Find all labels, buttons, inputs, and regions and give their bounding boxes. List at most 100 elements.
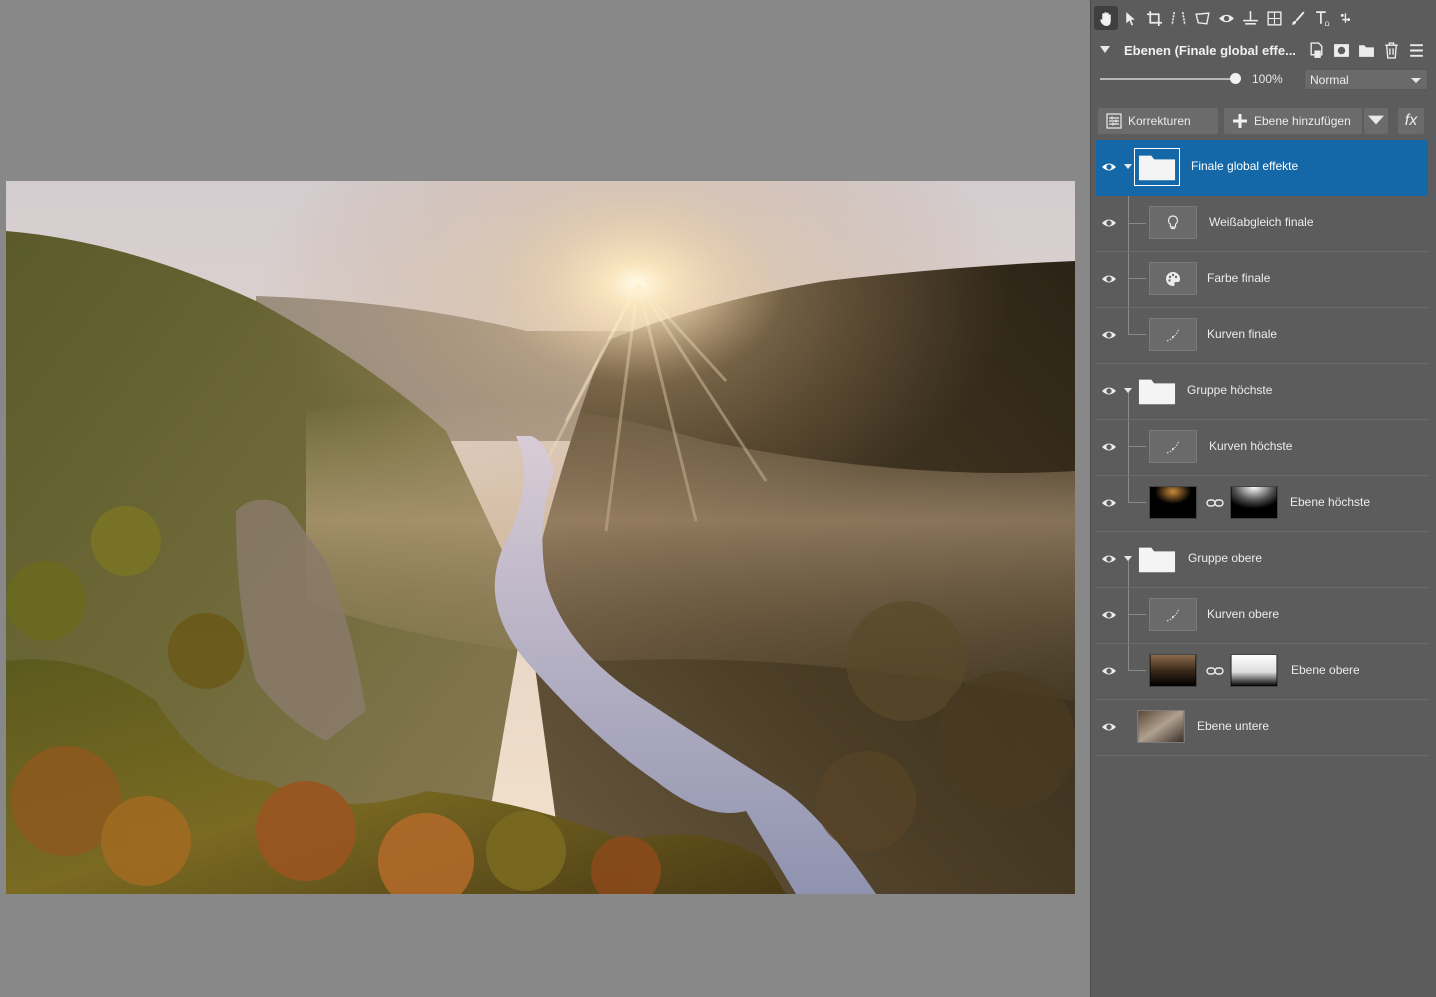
layer-thumbnail bbox=[1149, 262, 1197, 295]
layer-row[interactable]: Gruppe obere bbox=[1096, 532, 1428, 588]
layer-row[interactable]: Farbe finale bbox=[1096, 252, 1428, 308]
link-icon[interactable] bbox=[1206, 496, 1224, 510]
collapse-icon[interactable] bbox=[1098, 43, 1112, 57]
layer-row[interactable]: Finale global effekte bbox=[1096, 140, 1428, 196]
layer-row[interactable]: Weißabgleich finale bbox=[1096, 196, 1428, 252]
curves-icon bbox=[1166, 440, 1180, 453]
hand-tool-button[interactable] bbox=[1094, 6, 1118, 30]
layers-header: Ebenen (Finale global effe... bbox=[1098, 38, 1432, 62]
mask-preview bbox=[1231, 487, 1277, 518]
layer-name: Kurven obere bbox=[1207, 607, 1280, 621]
hand-icon bbox=[1099, 11, 1111, 26]
layer-row[interactable]: Gruppe höchste bbox=[1096, 364, 1428, 420]
layers-panel: Ω Ebenen (Finale global effe... 100% Nor… bbox=[1090, 0, 1436, 997]
folder-icon bbox=[1138, 379, 1176, 405]
eye-icon[interactable] bbox=[1101, 272, 1117, 286]
corrections-button[interactable]: Korrekturen bbox=[1098, 108, 1218, 134]
mask-thumbnail bbox=[1230, 486, 1278, 519]
crop-tool-button[interactable] bbox=[1142, 6, 1166, 30]
layer-row[interactable]: Kurven höchste bbox=[1096, 420, 1428, 476]
eye-icon[interactable] bbox=[1101, 720, 1117, 734]
landscape-photo bbox=[6, 181, 1075, 894]
perspective-tool-button[interactable] bbox=[1166, 6, 1190, 30]
layer-thumbnail bbox=[1134, 540, 1180, 578]
opacity-slider[interactable] bbox=[1100, 78, 1238, 80]
transform-icon bbox=[1194, 11, 1210, 25]
expand-icon[interactable] bbox=[1124, 164, 1132, 169]
grid-tool-button[interactable] bbox=[1262, 6, 1286, 30]
layer-buttons: Korrekturen Ebene hinzufügen fx bbox=[1098, 108, 1432, 134]
eye-icon[interactable] bbox=[1101, 496, 1117, 510]
layer-name: Gruppe obere bbox=[1188, 551, 1263, 565]
layer-name: Kurven finale bbox=[1207, 327, 1278, 341]
expand-icon[interactable] bbox=[1124, 388, 1132, 393]
layer-name: Weißabgleich finale bbox=[1209, 215, 1314, 229]
duplicate-icon bbox=[1309, 41, 1323, 58]
layer-row[interactable]: Ebene untere bbox=[1096, 700, 1428, 756]
blend-mode-select[interactable]: Normal bbox=[1304, 69, 1428, 90]
opacity-value: 100% bbox=[1252, 72, 1283, 86]
opacity-slider-knob[interactable] bbox=[1230, 73, 1241, 84]
pointer-tool-button[interactable] bbox=[1118, 6, 1142, 30]
add-layer-label: Ebene hinzufügen bbox=[1254, 114, 1351, 128]
add-layer-button[interactable]: Ebene hinzufügen bbox=[1224, 108, 1362, 134]
layer-thumbnail bbox=[1149, 430, 1197, 463]
eye-icon[interactable] bbox=[1101, 160, 1117, 174]
layers-title: Ebenen (Finale global effe... bbox=[1124, 42, 1296, 58]
layer-thumbnail bbox=[1134, 148, 1180, 186]
brush-tool-button[interactable] bbox=[1286, 6, 1310, 30]
layer-thumbnail bbox=[1149, 486, 1197, 519]
folder-icon bbox=[1138, 155, 1176, 181]
layer-row[interactable]: Ebene höchste bbox=[1096, 476, 1428, 532]
delete-layer-button[interactable] bbox=[1380, 39, 1402, 61]
redeye-icon bbox=[1218, 14, 1234, 22]
palette-icon bbox=[1166, 271, 1180, 286]
layer-row[interactable]: Ebene obere bbox=[1096, 644, 1428, 700]
add-layer-dropdown[interactable] bbox=[1364, 108, 1388, 134]
straighten-tool-button[interactable] bbox=[1238, 6, 1262, 30]
chevron-down-icon bbox=[1411, 78, 1421, 83]
layer-name: Ebene obere bbox=[1291, 663, 1360, 677]
eye-icon[interactable] bbox=[1101, 608, 1117, 622]
text-icon: Ω bbox=[1315, 10, 1329, 27]
photo-canvas[interactable] bbox=[6, 181, 1075, 894]
trash-icon bbox=[1384, 41, 1398, 59]
layer-name: Kurven höchste bbox=[1209, 439, 1293, 453]
redeye-tool-button[interactable] bbox=[1214, 6, 1238, 30]
layer-row[interactable]: Kurven obere bbox=[1096, 588, 1428, 644]
folder-icon bbox=[1358, 44, 1374, 57]
layer-name: Gruppe höchste bbox=[1187, 383, 1273, 397]
new-group-button[interactable] bbox=[1355, 39, 1377, 61]
layer-row[interactable]: Kurven finale bbox=[1096, 308, 1428, 364]
curves-icon bbox=[1166, 328, 1180, 341]
lightbulb-icon bbox=[1167, 214, 1179, 229]
eye-icon[interactable] bbox=[1101, 440, 1117, 454]
expand-icon[interactable] bbox=[1124, 556, 1132, 561]
eye-icon[interactable] bbox=[1101, 216, 1117, 230]
text-tool-button[interactable]: Ω bbox=[1310, 6, 1334, 30]
eye-icon[interactable] bbox=[1101, 552, 1117, 566]
eye-icon[interactable] bbox=[1101, 664, 1117, 678]
mask-preview bbox=[1231, 655, 1277, 686]
duplicate-layer-button[interactable] bbox=[1305, 39, 1327, 61]
effects-button[interactable]: fx bbox=[1398, 108, 1424, 134]
eye-icon[interactable] bbox=[1101, 384, 1117, 398]
layer-thumbnail bbox=[1149, 654, 1197, 687]
image-thumbnail bbox=[1138, 711, 1184, 742]
perspective-icon bbox=[1170, 11, 1186, 25]
layer-thumbnail bbox=[1149, 318, 1197, 351]
layers-menu-button[interactable] bbox=[1405, 39, 1427, 61]
eye-icon[interactable] bbox=[1101, 328, 1117, 342]
link-icon[interactable] bbox=[1206, 664, 1224, 678]
add-mask-button[interactable] bbox=[1330, 39, 1352, 61]
crop-icon bbox=[1146, 10, 1162, 26]
layer-name: Ebene untere bbox=[1197, 719, 1270, 733]
layer-list: Finale global effekte Weißabgleich final… bbox=[1096, 140, 1428, 756]
layer-thumbnail bbox=[1137, 710, 1185, 743]
more-tools-button[interactable] bbox=[1334, 6, 1358, 30]
pointer-icon bbox=[1125, 11, 1135, 26]
layer-name: Finale global effekte bbox=[1191, 159, 1299, 173]
transform-tool-button[interactable] bbox=[1190, 6, 1214, 30]
grid-icon bbox=[1266, 10, 1282, 26]
canvas-area[interactable] bbox=[0, 0, 1090, 997]
